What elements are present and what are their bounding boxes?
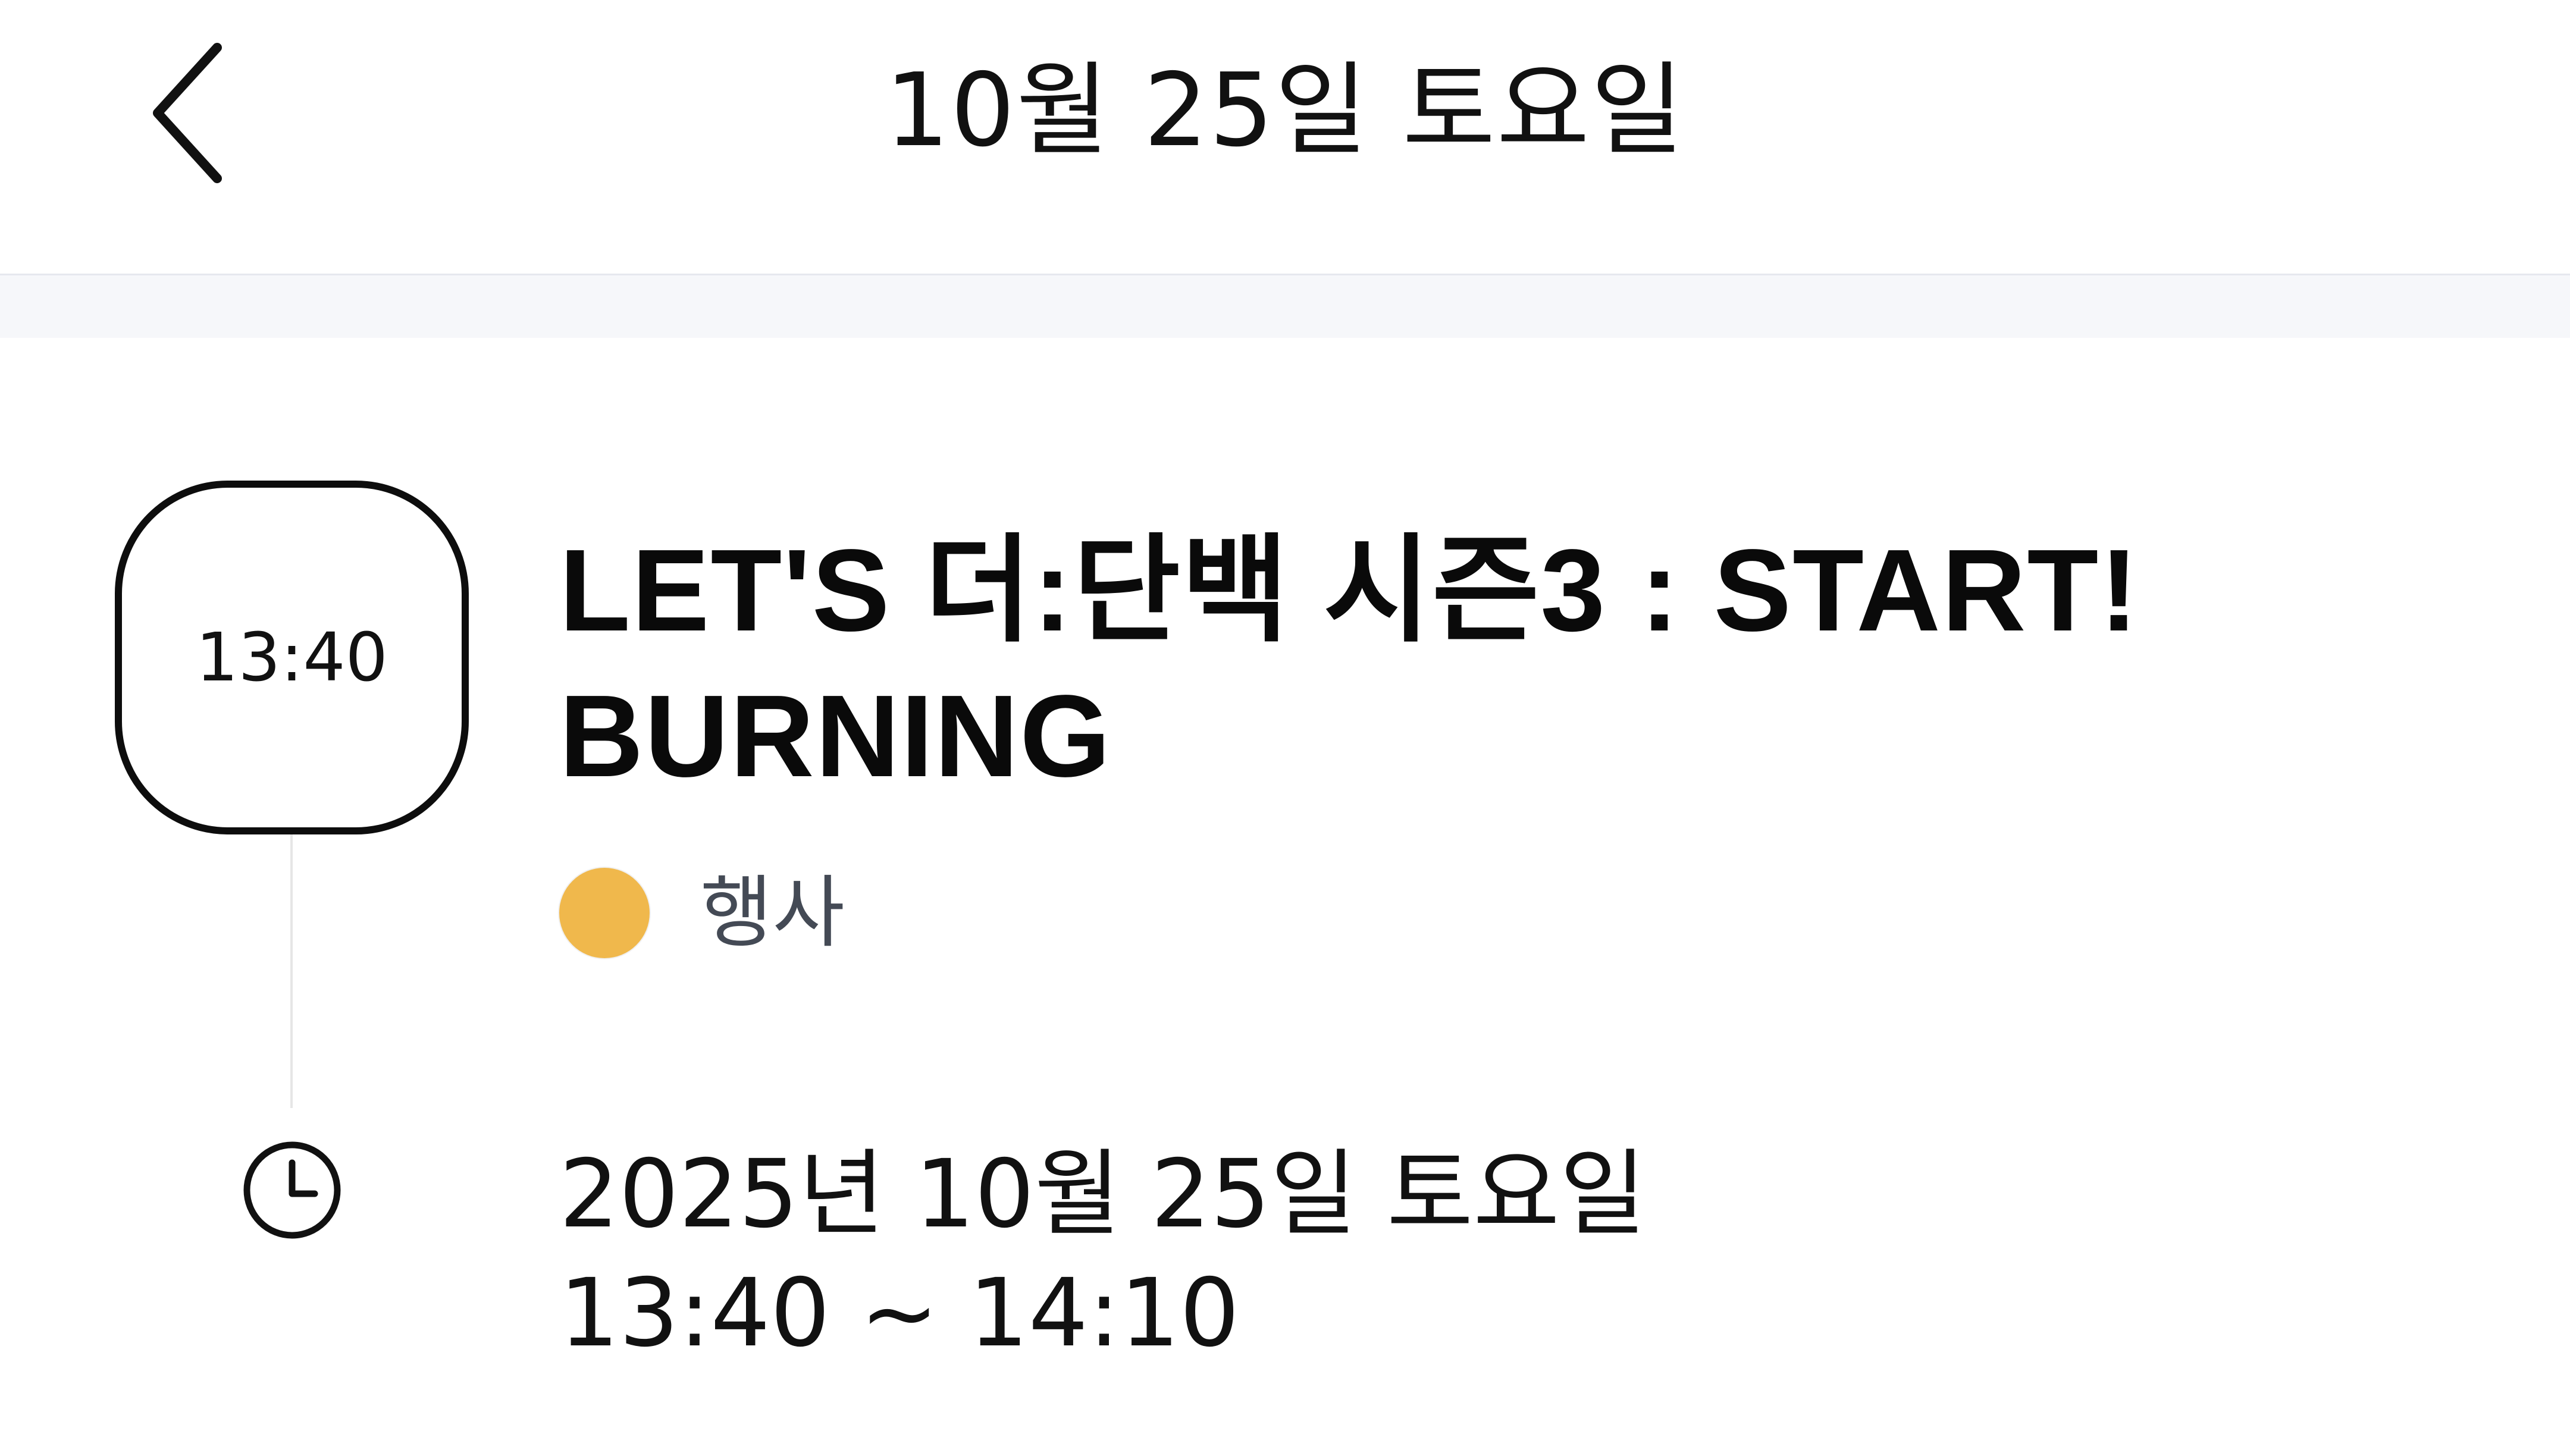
event-time-badge: 13:40 [115,481,469,834]
event-title-line-2: BURNING [559,671,1112,801]
event-time-range: 13:40 ~ 14:10 [559,1259,1240,1368]
clock-icon [243,1141,341,1239]
category-color-dot [559,868,650,958]
app-header: 10월 25일 토요일 [0,0,2570,275]
event-date: 2025년 10월 25일 토요일 [559,1140,1647,1249]
header-divider [0,275,2570,338]
category-label: 행사 [700,867,845,959]
page-title: 10월 25일 토요일 [885,52,1685,170]
event-title-line-1: LET'S 더:단백 시즌3 : START! [559,525,2140,655]
event-category: 행사 [559,865,845,961]
event-title: LET'S 더:단백 시즌3 : START! BURNING [559,517,2344,809]
event-schedule: 2025년 10월 25일 토요일 13:40 ~ 14:10 [559,1135,1646,1373]
timeline-connector [290,834,293,1108]
